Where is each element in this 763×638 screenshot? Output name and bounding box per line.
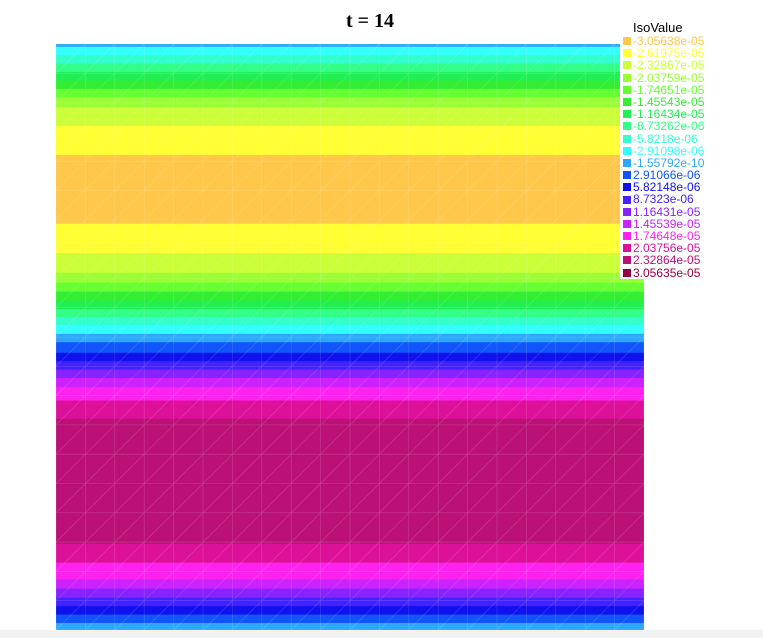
legend-swatch: [623, 134, 631, 143]
legend-swatch: [623, 232, 631, 241]
isovalue-heatmap: [56, 44, 644, 630]
mesh-grid-layer: [56, 44, 644, 630]
legend-item: -8.73262e-06: [620, 119, 763, 134]
legend-swatch: [623, 49, 631, 58]
legend-item: 8.7323e-06: [620, 192, 763, 207]
legend-swatch: [623, 183, 631, 192]
mesh-grid: [56, 44, 644, 630]
legend-swatch: [623, 37, 631, 46]
legend-label: -5.8218e-06: [633, 131, 698, 146]
legend-item: -2.32867e-05: [620, 58, 763, 73]
legend-item: -2.03759e-05: [620, 70, 763, 85]
bottom-edge: [0, 630, 763, 638]
legend-swatch: [623, 256, 631, 265]
legend-swatch: [623, 195, 631, 204]
legend-swatch: [623, 244, 631, 253]
legend-swatch: [623, 85, 631, 94]
legend-item: 3.05635e-05: [620, 265, 763, 280]
chart-title: t = 14: [345, 10, 395, 32]
legend-item: -5.8218e-06: [620, 131, 763, 146]
legend-label: 1.16431e-05: [633, 204, 701, 219]
plot-area: [56, 44, 644, 630]
legend-swatch: [623, 146, 631, 155]
legend-swatch: [623, 110, 631, 119]
legend-swatch: [623, 171, 631, 180]
legend-items: -3.05638e-05 -2.61975e-05 -2.32867e-05 -2.0…: [620, 35, 763, 279]
legend-swatch: [623, 158, 631, 167]
legend-label: -8.73262e-06: [633, 119, 705, 134]
legend-swatch: [623, 207, 631, 216]
legend-swatch: [623, 98, 631, 107]
legend-label: 3.05635e-05: [633, 265, 701, 280]
legend-title: IsoValue: [633, 20, 683, 35]
legend-swatch: [623, 122, 631, 131]
legend-swatch: [623, 268, 631, 277]
legend: IsoValue -3.05638e-05 -2.61975e-05 -2.3286…: [620, 20, 763, 279]
legend-label: 8.7323e-06: [633, 192, 694, 207]
legend-label: -2.32867e-05: [633, 58, 705, 73]
legend-swatch: [623, 73, 631, 82]
legend-label: 2.32864e-05: [633, 253, 701, 268]
legend-item: 1.16431e-05: [620, 204, 763, 219]
legend-item: 2.32864e-05: [620, 253, 763, 268]
legend-swatch: [623, 219, 631, 228]
legend-label: -2.03759e-05: [633, 70, 705, 85]
legend-swatch: [623, 61, 631, 70]
